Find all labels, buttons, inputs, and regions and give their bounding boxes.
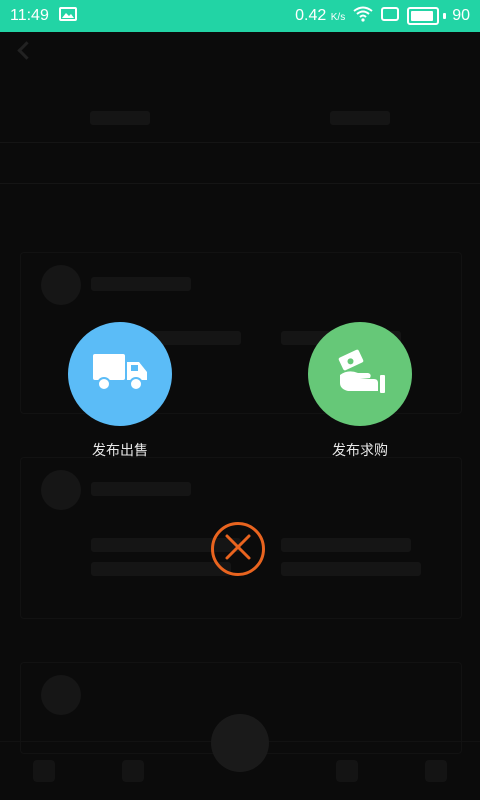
- status-time: 11:49: [10, 7, 49, 24]
- money-hand-icon: [334, 349, 386, 399]
- back-arrow-icon: [17, 41, 36, 60]
- battery-level: 90: [452, 7, 470, 24]
- status-bar: 11:49 0.42 K/s 90: [0, 0, 480, 32]
- battery-icon: [407, 7, 440, 25]
- background-filter-bar: [0, 78, 480, 143]
- publish-sell-button[interactable]: [68, 322, 172, 426]
- truck-icon: [91, 352, 149, 396]
- publish-buy-button[interactable]: [308, 322, 412, 426]
- image-notification-icon: [58, 6, 77, 26]
- background-tabs: [0, 143, 480, 184]
- wifi-icon: [353, 6, 373, 27]
- avatar: [41, 675, 81, 715]
- sim-card-icon: [381, 6, 400, 26]
- battery-indicator: 90: [407, 7, 470, 25]
- background-plus-button: [211, 714, 269, 772]
- close-button[interactable]: [211, 522, 265, 576]
- publish-sell-label: 发布出售: [92, 443, 148, 459]
- background-header: [0, 32, 480, 78]
- publish-buy-label: 发布求购: [332, 443, 388, 459]
- close-icon: [224, 533, 252, 565]
- avatar: [41, 470, 81, 510]
- publish-buy-action[interactable]: 发布求购: [308, 322, 412, 460]
- network-speed: 0.42 K/s: [295, 7, 346, 24]
- publish-sell-action[interactable]: 发布出售: [68, 322, 172, 460]
- avatar: [41, 265, 81, 305]
